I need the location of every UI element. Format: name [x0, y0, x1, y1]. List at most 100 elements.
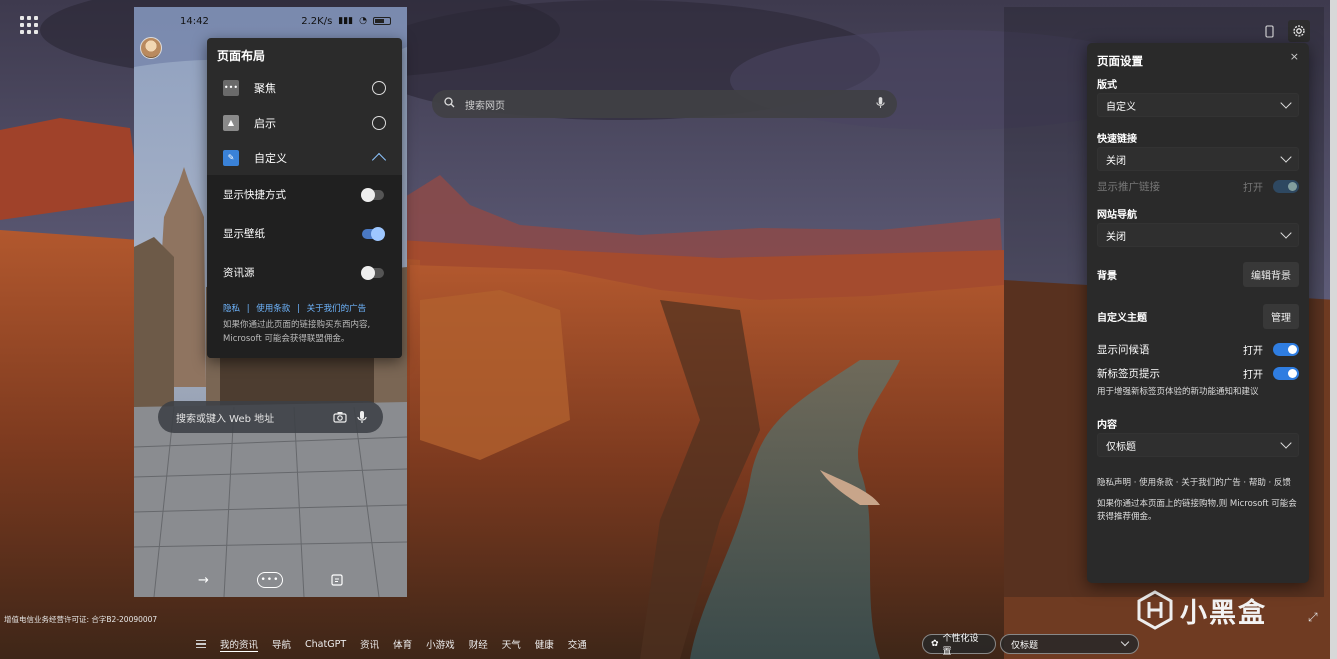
watermark-text: 小黑盒	[1180, 597, 1267, 629]
phone-bottom-nav: → •••	[134, 563, 407, 597]
nav-tab[interactable]: 体育	[393, 637, 412, 651]
personalize-button[interactable]: ✿ 个性化设置	[922, 634, 996, 657]
layout-menu-title: 页面布局	[217, 49, 266, 63]
nav-tab[interactable]: 天气	[502, 637, 521, 651]
mic-icon[interactable]	[876, 96, 885, 112]
layout-heading: 版式	[1097, 79, 1117, 91]
theme-row: 自定义主题 管理	[1097, 303, 1299, 329]
icp-license-text[interactable]: 增值电信业务经营许可证: 合字B2-20090007	[4, 614, 157, 625]
content-select-value: 仅标题	[1106, 441, 1136, 453]
phone-search-bar[interactable]: 搜索或键入 Web 地址	[158, 401, 383, 433]
xiaoheihe-watermark: 小黑盒	[1136, 590, 1267, 630]
content-heading: 内容	[1097, 419, 1117, 431]
chevron-up-icon[interactable]	[371, 152, 387, 167]
greeting-row: 显示问候语 打开	[1097, 337, 1299, 361]
layout-option-inspiration[interactable]: ▲ 启示	[207, 105, 402, 140]
image-layout-icon: ▲	[223, 114, 239, 131]
personalize-icon: ✿	[931, 639, 939, 649]
hamburger-menu-icon[interactable]	[196, 640, 206, 648]
tips-toggle[interactable]	[1273, 366, 1299, 380]
nav-tab[interactable]: 我的资讯	[220, 637, 259, 652]
search-icon	[444, 97, 455, 111]
nav-tab[interactable]: 小游戏	[426, 637, 455, 651]
page-settings-panel: × 页面设置 版式 自定义 快速链接 关闭 显示推广链接 打开 网站导航 关闭 …	[1087, 43, 1309, 583]
xiaoheihe-logo-icon	[1137, 590, 1173, 630]
layout-option-label: 自定义	[254, 151, 287, 165]
toggle-label: 显示快捷方式	[223, 189, 286, 201]
wifi-icon: ◔	[359, 16, 367, 26]
nav-tab[interactable]: 交通	[568, 637, 587, 651]
promo-links-label: 显示推广链接	[1097, 180, 1160, 193]
tabs-icon[interactable]	[331, 571, 343, 590]
gear-icon[interactable]	[1288, 20, 1310, 42]
radio-button[interactable]	[372, 80, 386, 95]
layout-select[interactable]: 自定义	[1097, 93, 1299, 117]
link-separator: |	[297, 304, 300, 314]
nav-tab[interactable]: 资讯	[360, 637, 379, 651]
greeting-state: 打开	[1243, 345, 1263, 357]
terms-link[interactable]: 使用条款	[256, 304, 290, 314]
edit-background-button[interactable]: 编辑背景	[1243, 261, 1299, 287]
layout-select-value: 自定义	[1106, 101, 1136, 113]
news-feed-toggle[interactable]	[361, 265, 384, 280]
nav-tab[interactable]: 财经	[469, 637, 488, 651]
web-search-input[interactable]: 搜索网页	[455, 97, 876, 112]
wallpaper-toggle[interactable]	[362, 226, 385, 241]
focus-layout-icon: •••	[223, 79, 239, 96]
close-icon[interactable]: ×	[1290, 50, 1299, 63]
phone-search-input[interactable]: 搜索或键入 Web 地址	[176, 410, 329, 425]
content-select[interactable]: 仅标题	[1097, 433, 1299, 457]
manage-theme-button[interactable]: 管理	[1263, 303, 1299, 329]
layout-option-focus[interactable]: ••• 聚焦	[207, 70, 402, 105]
avatar[interactable]	[140, 37, 162, 59]
camera-icon[interactable]	[329, 411, 351, 423]
mobile-icon[interactable]	[1258, 20, 1280, 42]
web-search-bar[interactable]: 搜索网页	[432, 90, 897, 118]
radio-button[interactable]	[372, 115, 386, 130]
custom-layout-options: 显示快捷方式 显示壁纸 资讯源 隐私 | 使用条款 | 关于我们的广告 如果你通…	[207, 175, 402, 358]
tips-state: 打开	[1243, 369, 1263, 381]
toggle-row-wallpaper[interactable]: 显示壁纸	[207, 214, 402, 253]
toggle-row-feed[interactable]: 资讯源	[207, 253, 402, 292]
mic-icon[interactable]	[351, 410, 373, 424]
chevron-down-icon	[1120, 637, 1130, 647]
nav-tab[interactable]: 健康	[535, 637, 554, 651]
headline-mode-select[interactable]: 仅标题	[1000, 634, 1139, 654]
expand-icon[interactable]: ⤢	[1308, 610, 1318, 625]
privacy-link[interactable]: 隐私	[223, 304, 240, 314]
nav-tab[interactable]: ChatGPT	[305, 639, 346, 650]
layout-option-label: 启示	[254, 116, 276, 130]
shortcuts-toggle[interactable]	[361, 187, 384, 202]
more-menu-button[interactable]: •••	[256, 572, 283, 588]
battery-icon	[373, 17, 391, 25]
ads-link[interactable]: 关于我们的广告	[307, 304, 367, 314]
bottom-feed-nav: 我的资讯 导航 ChatGPT 资讯 体育 小游戏 财经 天气 健康 交通	[196, 635, 587, 653]
toggle-row-shortcuts[interactable]: 显示快捷方式	[207, 175, 402, 214]
sitenav-select[interactable]: 关闭	[1097, 223, 1299, 247]
quicklinks-select[interactable]: 关闭	[1097, 147, 1299, 171]
arrow-right-icon[interactable]: →	[198, 573, 209, 588]
chevron-down-icon	[1280, 97, 1292, 109]
quicklinks-heading: 快速链接	[1097, 133, 1137, 145]
footer-links: 隐私 | 使用条款 | 关于我们的广告	[223, 302, 386, 316]
chevron-down-icon	[1280, 437, 1292, 449]
top-right-icons	[1258, 20, 1310, 42]
status-time: 14:42	[180, 15, 209, 27]
signal-icon: ▮▮▮	[338, 16, 354, 26]
promo-links-toggle	[1273, 179, 1299, 193]
settings-footer-note: 如果你通过本页面上的链接购物,则 Microsoft 可能会	[1097, 499, 1297, 509]
settings-footer-note: 获得推荐佣金。	[1097, 512, 1157, 522]
tips-row: 新标签页提示 打开	[1097, 361, 1299, 385]
greeting-toggle[interactable]	[1273, 342, 1299, 356]
headline-mode-value: 仅标题	[1011, 640, 1039, 651]
theme-heading: 自定义主题	[1097, 312, 1147, 324]
tips-label: 新标签页提示	[1097, 367, 1160, 380]
page-scrollbar[interactable]	[1330, 0, 1337, 659]
layout-option-custom[interactable]: ✎ 自定义	[207, 140, 402, 175]
settings-footer-links[interactable]: 隐私声明 · 使用条款 · 关于我们的广告 · 帮助 · 反馈	[1097, 477, 1299, 490]
background-row: 背景 编辑背景	[1097, 261, 1299, 287]
nav-tab[interactable]: 导航	[272, 637, 291, 651]
greeting-label: 显示问候语	[1097, 343, 1150, 356]
app-launcher-icon[interactable]	[20, 16, 38, 34]
promo-links-row: 显示推广链接 打开	[1097, 175, 1299, 197]
